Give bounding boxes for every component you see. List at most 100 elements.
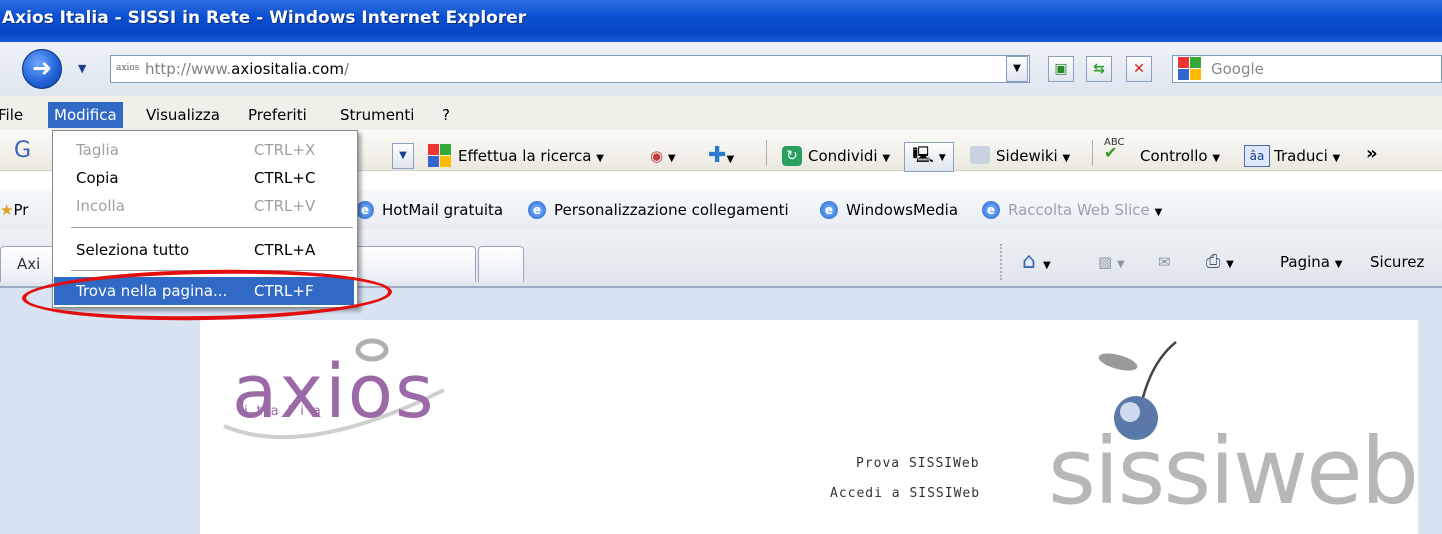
sidewiki-icon [970,146,990,164]
links-bar-fragment[interactable]: ★Pr [0,190,28,230]
address-input[interactable]: http://www.axiositalia.com/ [110,55,1030,83]
plus-icon: ✚ [708,143,727,168]
mail-button[interactable]: ✉ [1158,242,1171,282]
tab-title: Axi [17,255,41,273]
page-menu-button[interactable]: Pagina ▼ [1280,242,1342,285]
menu-visualizza[interactable]: Visualizza [140,102,226,128]
spellcheck-label: Controllo [1140,147,1208,165]
sidewiki-label: Sidewiki [996,147,1058,165]
menu-file[interactable]: File [0,102,29,128]
plus-button[interactable]: ✚▼ [708,136,734,180]
share-button[interactable]: Condividi ▼ [808,136,890,179]
home-icon: ⌂ [1022,249,1036,274]
chevron-down-icon: ▼ [399,150,407,161]
google-icon [1178,57,1202,81]
links-fragment-label: Pr [13,201,29,219]
chevron-down-icon: ▼ [596,153,604,164]
sidewiki-button[interactable]: Sidewiki ▼ [996,136,1070,179]
toolbar-more-button[interactable]: » [1366,134,1378,174]
axios-logo-text: axios [232,349,436,435]
window-title-bar: Axios Italia - SISSI in Rete - Windows I… [0,0,1442,42]
share-icon: ↻ [782,146,802,166]
page-menu-label: Pagina [1280,253,1330,271]
print-button[interactable]: ⎙ ▼ [1206,242,1234,285]
chevron-down-icon: ▼ [1154,207,1163,218]
google-icon [428,144,452,168]
refresh-icon: ⇆ [1093,61,1105,77]
close-icon: ✕ [1133,61,1145,77]
toolbar-separator [766,140,767,166]
menu-strumenti[interactable]: Strumenti [334,102,420,128]
link-raccolta-web-slice[interactable]: Raccolta Web Slice ▼ [1008,190,1162,233]
star-icon: ★ [0,201,14,219]
toolbar-search-dropdown[interactable]: ▼ [392,143,414,169]
link-personalizzazione[interactable]: Personalizzazione collegamenti [554,190,789,230]
axios-logo-subtitle: italia [244,404,330,419]
refresh-button[interactable]: ⇆ [1086,56,1112,82]
accedi-sissiweb-link[interactable]: Accedi a SISSIWeb [830,486,980,501]
link-windowsmedia[interactable]: WindowsMedia [846,190,958,230]
menu-help[interactable]: ? [436,102,456,128]
chevron-down-icon: ▼ [1013,63,1021,74]
translate-button[interactable]: Traduci ▼ [1274,136,1340,179]
menu-item-seleziona-tutto[interactable]: Seleziona tutto CTRL+A [54,236,354,264]
bookmarks-button[interactable]: ◉ ▼ [650,136,676,179]
menu-item-label: Taglia [76,141,119,159]
address-dropdown-button[interactable]: ▼ [1006,56,1028,82]
screen-button[interactable]: 🖳 ▼ [904,142,954,172]
toolbar-search-button[interactable]: Effettua la ricerca ▼ [458,136,604,179]
menu-preferiti[interactable]: Preferiti [242,102,313,128]
menu-item-label: Copia [76,169,119,187]
translate-icon: âa [1244,145,1270,167]
spellcheck-button[interactable]: Controllo ▼ [1140,136,1220,179]
rss-icon: ▧ [1098,253,1113,271]
toolbar-search-label: Effettua la ricerca [458,147,592,165]
monitor-icon: 🖳 [912,145,934,164]
share-label: Condividi [808,147,878,165]
link-hotmail[interactable]: HotMail gratuita [382,190,503,230]
stop-button[interactable]: ✕ [1126,56,1152,82]
menu-item-shortcut: CTRL+V [254,197,316,215]
menu-separator [71,227,353,228]
security-menu-button[interactable]: Sicurez [1370,242,1424,282]
back-button[interactable]: ➜ [22,49,62,89]
raccolta-label: Raccolta Web Slice [1008,201,1150,219]
menu-item-incolla[interactable]: Incolla CTRL+V [54,192,354,220]
window-title: Axios Italia - SISSI in Rete - Windows I… [2,8,527,28]
ie-page-icon: e [528,201,546,219]
menu-item-shortcut: CTRL+C [254,169,316,187]
bookmark-icon: ◉ [650,147,664,165]
ie-page-icon: e [982,201,1000,219]
menu-item-shortcut: CTRL+X [254,141,316,159]
ie-page-icon: e [356,201,374,219]
menu-item-label: Incolla [76,197,125,215]
page-icon: ▣ [1054,61,1068,77]
url-suffix: / [343,60,350,78]
menu-item-shortcut: CTRL+A [254,241,316,259]
feeds-button[interactable]: ▧ ▼ [1098,242,1125,285]
menu-modifica[interactable]: Modifica [48,102,123,128]
home-button[interactable]: ⌂ ▼ [1022,242,1051,286]
new-tab-button[interactable] [478,246,524,282]
menu-item-taglia[interactable]: Taglia CTRL+X [54,136,354,164]
history-dropdown-button[interactable]: ▼ [78,62,86,75]
arrow-right-icon: ➜ [31,54,53,82]
search-input[interactable]: Google [1172,55,1442,83]
url-domain: axiositalia.com [231,60,344,78]
compatibility-view-button[interactable]: ▣ [1048,56,1074,82]
translate-label: Traduci [1274,147,1328,165]
printer-icon: ⎙ [1206,251,1221,272]
menu-item-copia[interactable]: Copia CTRL+C [54,164,354,192]
sissiweb-logo-text: sissiweb [1048,418,1419,525]
url-prefix: http://www. [145,60,232,78]
search-placeholder: Google [1211,60,1264,78]
prova-sissiweb-link[interactable]: Prova SISSIWeb [856,456,980,471]
command-bar-grip [1000,244,1004,280]
toolbar-separator [1092,140,1093,166]
ie-page-icon: e [820,201,838,219]
site-favicon: axios [116,63,140,73]
spellcheck-icon: ABC ✔ [1104,137,1125,162]
google-toolbar-logo: G [14,138,32,163]
menu-item-label: Seleziona tutto [76,241,190,259]
mail-icon: ✉ [1158,253,1171,271]
